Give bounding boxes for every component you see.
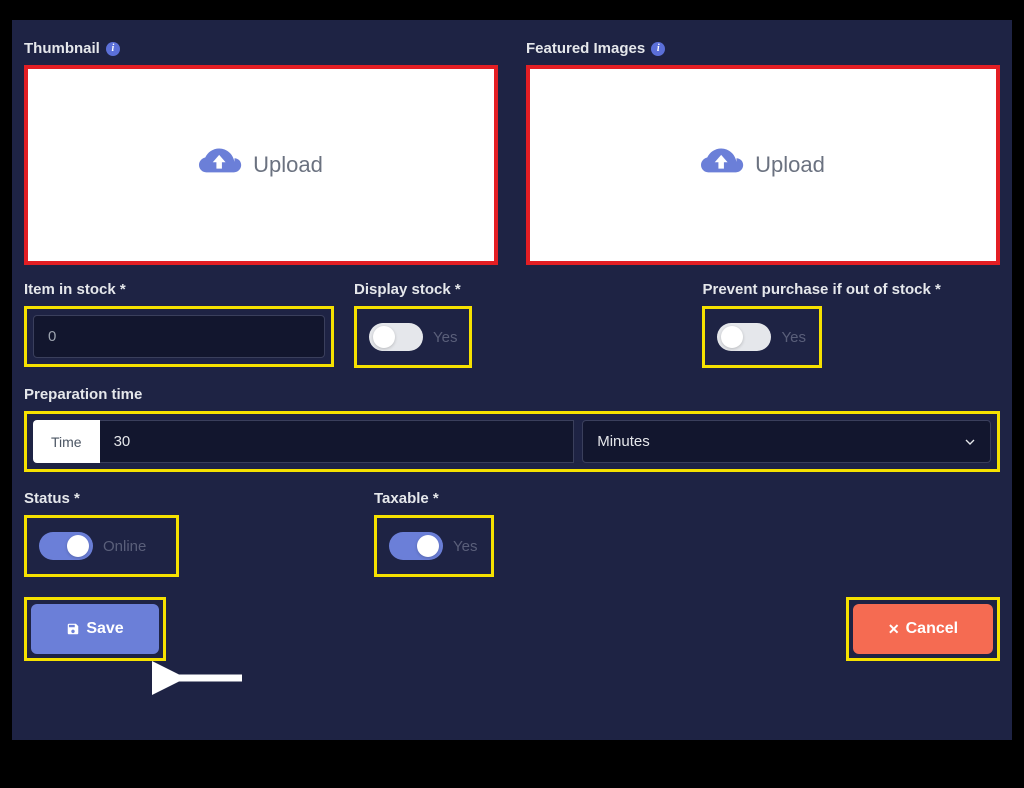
- prep-time-section: Preparation time Time Minutes: [24, 386, 1000, 472]
- close-icon: ✕: [888, 621, 900, 638]
- cancel-button[interactable]: ✕ Cancel: [853, 604, 993, 654]
- taxable-label: Taxable *: [374, 490, 494, 507]
- info-icon[interactable]: i: [106, 42, 120, 56]
- taxable-toggle-label: Yes: [453, 538, 477, 555]
- cancel-button-highlight: ✕ Cancel: [846, 597, 1000, 661]
- prevent-purchase-field: Prevent purchase if out of stock * Yes: [702, 281, 940, 368]
- thumbnail-upload-zone[interactable]: Upload: [24, 65, 498, 265]
- status-toggle-wrap: Online: [33, 524, 170, 568]
- toggle-knob: [721, 326, 743, 348]
- display-stock-toggle-wrap: Yes: [363, 315, 463, 359]
- display-stock-highlight: Yes: [354, 306, 472, 368]
- featured-label: Featured Images i: [526, 40, 1000, 57]
- display-stock-field: Display stock * Yes: [354, 281, 472, 368]
- status-label: Status *: [24, 490, 354, 507]
- taxable-field: Taxable * Yes: [374, 490, 494, 577]
- taxable-toggle[interactable]: [389, 532, 443, 560]
- thumbnail-section: Thumbnail i Upload: [24, 40, 498, 265]
- save-button[interactable]: Save: [31, 604, 159, 654]
- prevent-purchase-label: Prevent purchase if out of stock *: [702, 281, 940, 298]
- display-stock-label: Display stock *: [354, 281, 472, 298]
- stock-row: Item in stock * Display stock * Yes Prev…: [24, 281, 1000, 368]
- cloud-upload-icon: [701, 148, 745, 182]
- featured-upload-zone[interactable]: Upload: [526, 65, 1000, 265]
- toggle-knob: [417, 535, 439, 557]
- thumbnail-label-text: Thumbnail: [24, 40, 100, 57]
- taxable-highlight: Yes: [374, 515, 494, 577]
- save-button-highlight: Save: [24, 597, 166, 661]
- prevent-purchase-highlight: Yes: [702, 306, 822, 368]
- featured-section: Featured Images i Upload: [526, 40, 1000, 265]
- display-stock-toggle[interactable]: [369, 323, 423, 351]
- toggle-knob: [67, 535, 89, 557]
- featured-upload-text: Upload: [755, 152, 825, 178]
- taxable-toggle-wrap: Yes: [383, 524, 485, 568]
- save-button-label: Save: [86, 620, 123, 638]
- button-row: Save ✕ Cancel: [24, 597, 1000, 661]
- thumbnail-label: Thumbnail i: [24, 40, 498, 57]
- status-toggle[interactable]: [39, 532, 93, 560]
- status-field: Status * Online: [24, 490, 354, 577]
- save-icon: [66, 622, 80, 636]
- stock-label: Item in stock *: [24, 281, 334, 298]
- stock-field: Item in stock *: [24, 281, 334, 368]
- toggle-knob: [373, 326, 395, 348]
- prep-time-prefix: Time: [33, 420, 100, 463]
- prevent-purchase-toggle-wrap: Yes: [711, 315, 813, 359]
- stock-input[interactable]: [33, 315, 325, 358]
- status-highlight: Online: [24, 515, 179, 577]
- display-stock-toggle-label: Yes: [433, 329, 457, 346]
- featured-label-text: Featured Images: [526, 40, 645, 57]
- form-container: Thumbnail i Upload Featured Images i: [12, 20, 1012, 740]
- prevent-purchase-toggle-label: Yes: [781, 329, 805, 346]
- status-row: Status * Online Taxable * Yes: [24, 490, 1000, 577]
- status-toggle-label: Online: [103, 538, 146, 555]
- stock-input-highlight: [24, 306, 334, 367]
- thumbnail-upload-text: Upload: [253, 152, 323, 178]
- prep-time-highlight: Time Minutes: [24, 411, 1000, 472]
- upload-row: Thumbnail i Upload Featured Images i: [24, 40, 1000, 265]
- prep-time-unit-select[interactable]: Minutes: [582, 420, 991, 463]
- prep-time-label: Preparation time: [24, 386, 1000, 403]
- cloud-upload-icon: [199, 148, 243, 182]
- prevent-purchase-toggle[interactable]: [717, 323, 771, 351]
- prep-time-input[interactable]: [100, 420, 575, 463]
- info-icon[interactable]: i: [651, 42, 665, 56]
- cancel-button-label: Cancel: [906, 620, 958, 638]
